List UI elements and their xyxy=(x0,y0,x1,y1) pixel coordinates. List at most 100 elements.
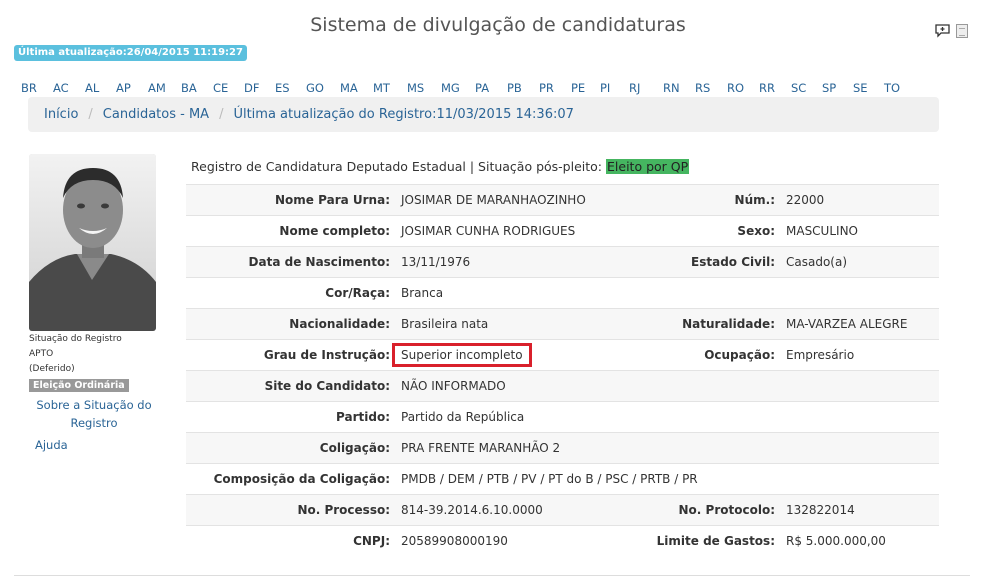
state-link-pa[interactable]: PA xyxy=(475,81,507,95)
field-label: Site do Candidato: xyxy=(186,370,392,402)
registration-status-label: Situação do Registro xyxy=(29,334,122,344)
table-row: Site do Candidato: NÃO INFORMADO xyxy=(186,370,939,402)
empty-cell xyxy=(643,277,777,309)
field-label: No. Processo: xyxy=(186,494,392,526)
table-row: Data de Nascimento: 13/11/1976 Estado Ci… xyxy=(186,246,939,278)
table-row: CNPJ: 20589908000190 Limite de Gastos: R… xyxy=(186,525,939,557)
help-link[interactable]: Ajuda xyxy=(35,438,159,452)
breadcrumb-separator: / xyxy=(88,107,93,122)
top-icons xyxy=(935,24,968,38)
field-label: Ocupação: xyxy=(643,339,777,371)
field-value: NÃO INFORMADO xyxy=(392,370,643,402)
table-row: Grau de Instrução: Superior incompleto O… xyxy=(186,339,939,371)
state-link-pr[interactable]: PR xyxy=(539,81,571,95)
state-link-ms[interactable]: MS xyxy=(407,81,441,95)
state-link-ma[interactable]: MA xyxy=(340,81,373,95)
comment-icon[interactable] xyxy=(935,24,950,38)
breadcrumb-current[interactable]: Última atualização do Registro:11/03/201… xyxy=(233,107,573,122)
state-link-df[interactable]: DF xyxy=(244,81,275,95)
state-link-sc[interactable]: SC xyxy=(791,81,822,95)
registration-status-detail: (Deferido) xyxy=(29,364,75,374)
breadcrumb-candidates[interactable]: Candidatos - MA xyxy=(103,107,209,122)
field-label: Grau de Instrução: xyxy=(186,339,392,371)
state-link-mt[interactable]: MT xyxy=(373,81,407,95)
state-link-mg[interactable]: MG xyxy=(441,81,475,95)
table-row: Composição da Coligação: PMDB / DEM / PT… xyxy=(186,463,939,495)
field-label: Data de Nascimento: xyxy=(186,246,392,278)
election-type-badge: Eleição Ordinária xyxy=(29,379,129,392)
table-row: Nacionalidade: Brasileira nata Naturalid… xyxy=(186,308,939,340)
state-link-es[interactable]: ES xyxy=(275,81,306,95)
empty-cell xyxy=(643,370,777,402)
table-row: No. Processo: 814-39.2014.6.10.0000 No. … xyxy=(186,494,939,526)
registration-sidebar: Situação do Registro APTO (Deferido) Ele… xyxy=(29,332,159,452)
breadcrumb: Início / Candidatos - MA / Última atuali… xyxy=(28,97,939,132)
state-link-rj[interactable]: RJ xyxy=(629,81,663,95)
field-label: No. Protocolo: xyxy=(643,494,777,526)
field-value: 22000 xyxy=(777,184,939,216)
state-link-ap[interactable]: AP xyxy=(116,81,148,95)
field-value: 814-39.2014.6.10.0000 xyxy=(392,494,643,526)
registration-title-text: Registro de Candidatura Deputado Estadua… xyxy=(191,159,603,174)
page-title: Sistema de divulgação de candidaturas xyxy=(310,14,686,36)
field-label: Nacionalidade: xyxy=(186,308,392,340)
field-value: MA-VARZEA ALEGRE xyxy=(777,308,939,340)
field-value: JOSIMAR CUNHA RODRIGUES xyxy=(392,215,643,247)
field-value: JOSIMAR DE MARANHAOZINHO xyxy=(392,184,643,216)
table-row: Cor/Raça: Branca xyxy=(186,277,939,309)
state-nav: BR AC AL AP AM BA CE DF ES GO MA MT MS M… xyxy=(21,81,914,95)
post-election-status: Eleito por QP xyxy=(606,159,690,174)
field-label: Nome Para Urna: xyxy=(186,184,392,216)
state-link-ro[interactable]: RO xyxy=(727,81,759,95)
state-link-rn[interactable]: RN xyxy=(663,81,695,95)
state-link-br[interactable]: BR xyxy=(21,81,53,95)
state-link-al[interactable]: AL xyxy=(85,81,116,95)
field-value: Empresário xyxy=(777,339,939,371)
registration-status-value: APTO xyxy=(29,349,54,359)
document-icon[interactable] xyxy=(956,24,968,38)
state-link-rs[interactable]: RS xyxy=(695,81,727,95)
table-row: Nome Para Urna: JOSIMAR DE MARANHAOZINHO… xyxy=(186,184,939,216)
state-link-ce[interactable]: CE xyxy=(213,81,244,95)
last-update-badge: Última atualização:26/04/2015 11:19:27 xyxy=(14,45,247,61)
field-value: R$ 5.000.000,00 xyxy=(777,525,939,557)
field-label: Naturalidade: xyxy=(643,308,777,340)
field-value: Superior incompleto xyxy=(392,339,643,371)
state-link-rr[interactable]: RR xyxy=(759,81,791,95)
breadcrumb-home[interactable]: Início xyxy=(44,107,78,122)
field-value: PMDB / DEM / PTB / PV / PT do B / PSC / … xyxy=(392,463,939,495)
state-link-pb[interactable]: PB xyxy=(507,81,539,95)
field-value: 13/11/1976 xyxy=(392,246,643,278)
field-label: Sexo: xyxy=(643,215,777,247)
state-link-go[interactable]: GO xyxy=(306,81,340,95)
candidate-photo xyxy=(29,154,156,331)
state-link-ba[interactable]: BA xyxy=(181,81,213,95)
empty-cell xyxy=(777,277,939,309)
empty-cell xyxy=(777,370,939,402)
footer-divider xyxy=(14,575,970,576)
field-value: Casado(a) xyxy=(777,246,939,278)
empty-cell xyxy=(777,401,939,433)
state-link-to[interactable]: TO xyxy=(884,81,914,95)
state-link-ac[interactable]: AC xyxy=(53,81,85,95)
state-link-am[interactable]: AM xyxy=(148,81,181,95)
field-value: Branca xyxy=(392,277,643,309)
field-label: Composição da Coligação: xyxy=(186,463,392,495)
table-row: Partido: Partido da República xyxy=(186,401,939,433)
state-link-pe[interactable]: PE xyxy=(571,81,600,95)
registration-title: Registro de Candidatura Deputado Estadua… xyxy=(191,159,690,174)
field-value: Partido da República xyxy=(392,401,643,433)
field-label: Núm.: xyxy=(643,184,777,216)
field-label: Cor/Raça: xyxy=(186,277,392,309)
state-link-pi[interactable]: PI xyxy=(600,81,629,95)
empty-cell xyxy=(643,432,777,464)
table-row: Coligação: PRA FRENTE MARANHÃO 2 xyxy=(186,432,939,464)
state-link-sp[interactable]: SP xyxy=(822,81,853,95)
about-status-link[interactable]: Sobre a Situação do Registro xyxy=(29,396,159,432)
field-value: 132822014 xyxy=(777,494,939,526)
state-link-se[interactable]: SE xyxy=(853,81,884,95)
field-label: Estado Civil: xyxy=(643,246,777,278)
breadcrumb-separator: / xyxy=(219,107,224,122)
field-value: Brasileira nata xyxy=(392,308,643,340)
field-value: 20589908000190 xyxy=(392,525,643,557)
